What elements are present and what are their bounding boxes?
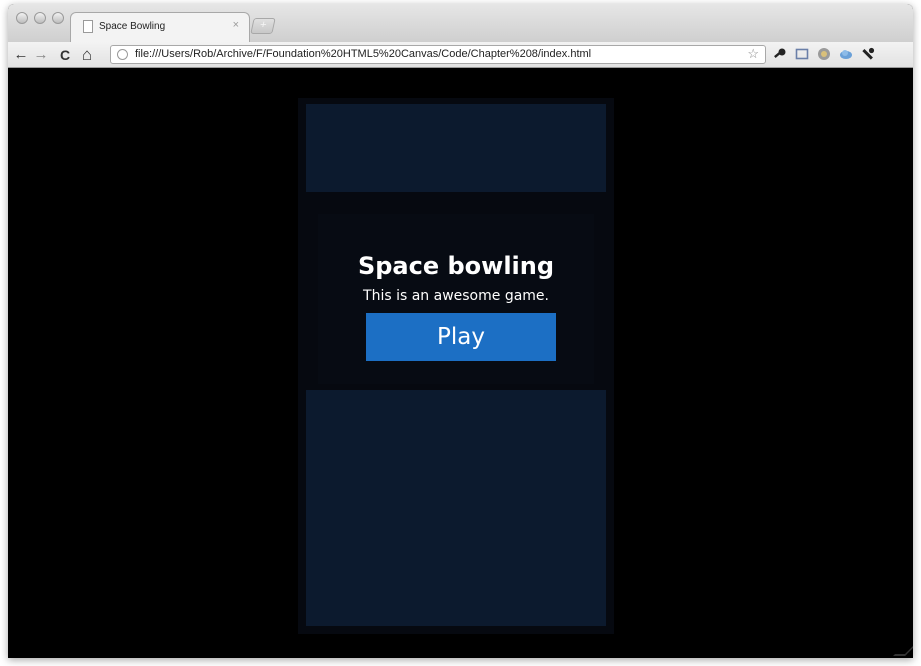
top-band: [306, 104, 606, 192]
game-canvas: Space bowling This is an awesome game. P…: [298, 98, 614, 634]
url-text: file:///Users/Rob/Archive/F/Foundation%2…: [135, 48, 592, 60]
zoom-window-button[interactable]: [52, 12, 64, 24]
tab-title: Space Bowling: [99, 21, 166, 32]
page-icon: [83, 20, 93, 33]
window-controls: [16, 12, 64, 24]
browser-toolbar: ← → C ⌂ file:///Users/Rob/Archive/F/Foun…: [8, 42, 913, 68]
page-info-icon[interactable]: [117, 49, 128, 60]
game-title: Space bowling: [357, 252, 555, 280]
new-tab-button[interactable]: +: [250, 18, 276, 34]
globe-icon[interactable]: [816, 47, 832, 63]
tab-space-bowling[interactable]: Space Bowling ×: [70, 12, 250, 42]
title-bar: Space Bowling × +: [8, 4, 913, 42]
page-viewport: Space bowling This is an awesome game. P…: [8, 68, 913, 658]
minimize-window-button[interactable]: [34, 12, 46, 24]
close-window-button[interactable]: [16, 12, 28, 24]
tab-close-icon[interactable]: ×: [233, 19, 239, 31]
home-icon[interactable]: ⌂: [78, 46, 96, 64]
key-icon[interactable]: [772, 47, 788, 63]
cloud-icon[interactable]: [838, 47, 854, 63]
back-arrow-icon[interactable]: ←: [12, 46, 30, 64]
game-subtitle: This is an awesome game.: [363, 288, 549, 304]
screen-icon[interactable]: [794, 47, 810, 63]
reload-icon[interactable]: C: [56, 46, 74, 64]
wrench-icon[interactable]: [860, 47, 876, 63]
forward-arrow-icon[interactable]: →: [32, 46, 50, 64]
play-button[interactable]: Play: [366, 313, 556, 361]
bookmark-star-icon[interactable]: ☆: [747, 46, 759, 62]
address-bar[interactable]: file:///Users/Rob/Archive/F/Foundation%2…: [110, 45, 766, 64]
resize-grip-icon[interactable]: [893, 644, 913, 656]
bottom-band: [306, 390, 606, 626]
browser-window: Space Bowling × + ← → C ⌂ file:///Users/…: [8, 4, 913, 658]
